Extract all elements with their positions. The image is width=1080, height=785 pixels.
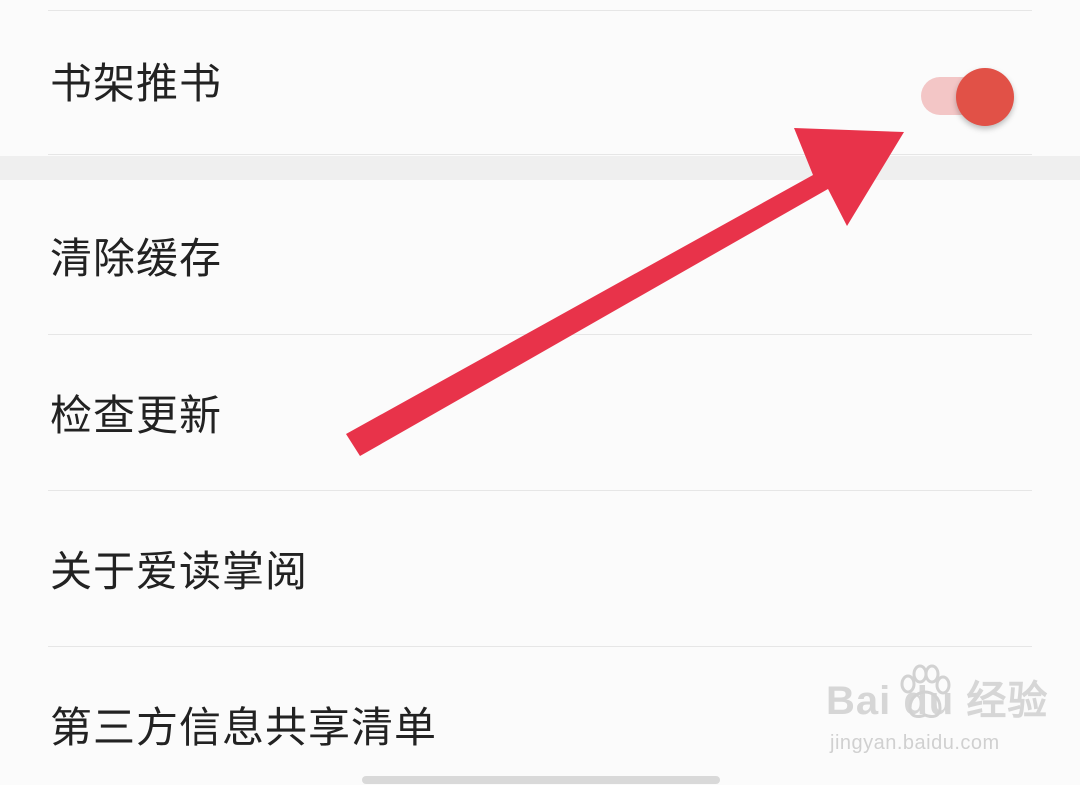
- setting-row-about[interactable]: 关于爱读掌阅: [0, 491, 1080, 646]
- section-gap: [0, 156, 1080, 180]
- divider: [48, 10, 1032, 11]
- setting-row-third-party-sharing[interactable]: 第三方信息共享清单: [0, 647, 1080, 775]
- setting-label-bookshelf-recommend: 书架推书: [50, 59, 223, 108]
- setting-row-clear-cache[interactable]: 清除缓存: [0, 180, 1080, 334]
- bookshelf-recommend-toggle[interactable]: [918, 67, 1018, 126]
- setting-label-check-update: 检查更新: [50, 391, 223, 440]
- setting-row-bookshelf-recommend[interactable]: 书架推书: [0, 12, 1080, 156]
- setting-label-third-party-sharing: 第三方信息共享清单: [50, 703, 438, 752]
- toggle-thumb: [956, 68, 1014, 126]
- home-indicator[interactable]: [362, 776, 720, 784]
- divider: [48, 154, 1032, 155]
- setting-label-about: 关于爱读掌阅: [50, 547, 309, 596]
- settings-screen: 书架推书 清除缓存 检查更新 关于爱读掌阅 第三方信息共享清单 Bai du 经…: [0, 0, 1080, 785]
- setting-label-clear-cache: 清除缓存: [50, 234, 223, 283]
- setting-row-check-update[interactable]: 检查更新: [0, 335, 1080, 490]
